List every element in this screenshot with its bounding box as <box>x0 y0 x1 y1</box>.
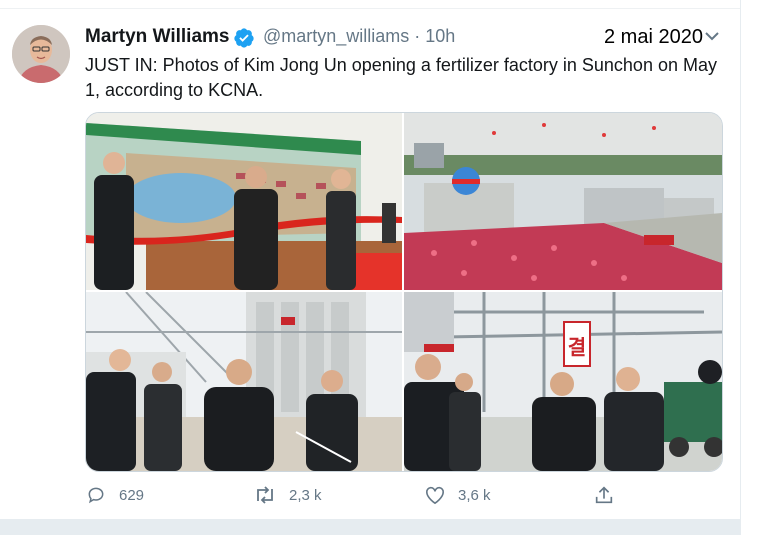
like-count: 3,6 k <box>458 486 491 504</box>
retweet-action[interactable]: 2,3 k <box>253 480 322 510</box>
avatar[interactable] <box>12 25 70 83</box>
timeline-border <box>740 0 741 535</box>
media-grid[interactable]: 결 <box>85 112 723 472</box>
tweet-text: JUST IN: Photos of Kim Jong Un opening a… <box>85 55 717 100</box>
retweet-count: 2,3 k <box>289 486 322 504</box>
photo-plant-tour[interactable]: 결 <box>404 292 722 471</box>
divider <box>0 8 740 9</box>
verified-badge-icon <box>234 28 254 48</box>
share-icon <box>595 486 613 504</box>
like-icon <box>426 486 444 505</box>
photo-ribbon-cutting[interactable] <box>86 113 402 290</box>
date-annotation: 2 mai 2020 <box>604 26 703 48</box>
author-handle-time[interactable]: @martyn_williams · 10h <box>263 26 455 47</box>
timeline-separator <box>0 519 741 535</box>
reply-action[interactable]: 629 <box>85 480 144 510</box>
chevron-down-icon[interactable] <box>703 29 721 43</box>
retweet-icon <box>257 486 273 504</box>
photo-factory-visit[interactable] <box>86 292 402 471</box>
like-action[interactable]: 3,6 k <box>424 480 491 510</box>
photo-crowd-rally[interactable] <box>404 113 722 290</box>
reply-count: 629 <box>119 486 145 504</box>
share-action[interactable] <box>593 480 627 510</box>
tweet-card[interactable]: Martyn Williams @martyn_williams · 10h 2… <box>0 0 740 535</box>
author-name[interactable]: Martyn Williams <box>85 26 229 48</box>
reply-icon <box>88 487 104 504</box>
sign-text: 결 <box>568 335 586 359</box>
